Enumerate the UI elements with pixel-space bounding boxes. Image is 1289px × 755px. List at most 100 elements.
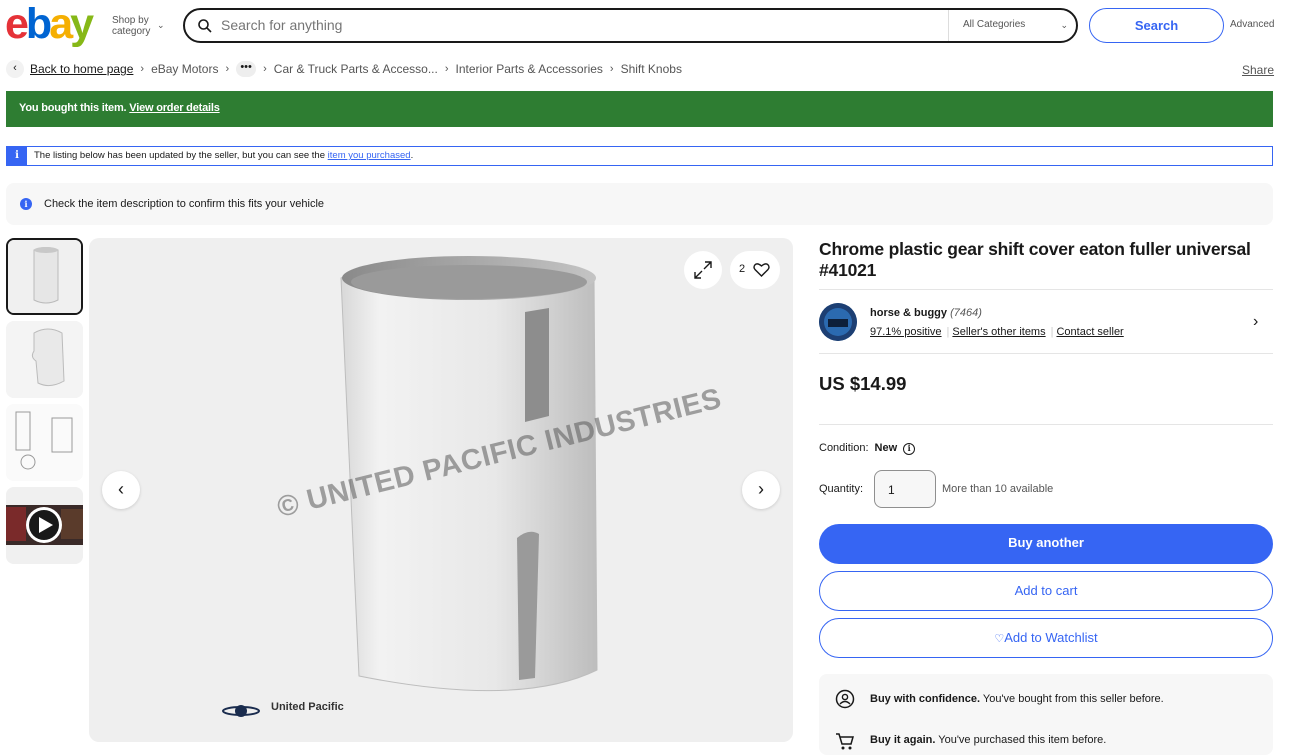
advanced-search-link[interactable]: Advanced	[1230, 19, 1274, 30]
buy-another-button[interactable]: Buy another	[819, 524, 1273, 564]
shift-cover-diagram-thumbnail-image	[6, 404, 83, 481]
fitment-message: Check the item description to confirm th…	[44, 198, 325, 210]
confidence-text: You've bought from this seller before.	[982, 693, 1164, 705]
seller-other-items-link[interactable]: Seller's other items	[952, 326, 1045, 338]
divider	[819, 424, 1273, 425]
breadcrumb-separator: ›	[140, 63, 145, 75]
view-order-details-link[interactable]: View order details	[129, 102, 220, 114]
category-select[interactable]: All Categories ⌄	[948, 10, 1076, 41]
add-to-watchlist-button[interactable]: ♡Add to Watchlist	[819, 618, 1273, 658]
contact-seller-link[interactable]: Contact seller	[1056, 326, 1123, 338]
breadcrumb-separator: ›	[609, 63, 614, 75]
updated-end: .	[410, 150, 414, 161]
quantity-label: Quantity:	[819, 483, 864, 495]
info-icon[interactable]: i	[903, 443, 916, 455]
logo-letter-a: a	[49, 0, 73, 48]
seller-positive-link[interactable]: 97.1% positive	[870, 326, 942, 338]
shift-cover-angle-thumbnail-image	[6, 321, 83, 398]
search-icon	[198, 19, 212, 33]
brand-label: United Pacific	[271, 701, 344, 713]
heart-icon: ♡	[994, 633, 1005, 645]
breadcrumb-separator: ›	[444, 63, 449, 75]
united-pacific-logo-icon	[222, 705, 260, 717]
shop-by-category-button[interactable]: Shop by category ⌄	[112, 15, 165, 37]
category-select-value: All Categories	[963, 19, 1026, 30]
seller-name-text: horse & buggy	[870, 307, 948, 319]
expand-image-button[interactable]	[684, 251, 722, 289]
breadcrumb-item-ebay-motors[interactable]: eBay Motors	[151, 62, 218, 76]
thumbnail-2[interactable]	[6, 321, 83, 398]
listing-updated-message: The listing below has been updated by th…	[34, 150, 413, 161]
main-product-image[interactable]: © UNITED PACIFIC INDUSTRIES United Pacif…	[89, 238, 793, 742]
buy-again-bold: Buy it again.	[870, 734, 936, 746]
chevron-right-icon[interactable]: ›	[1253, 313, 1258, 331]
seller-links: 97.1% positive | Seller's other items | Cont…	[870, 326, 1126, 338]
separator: |	[1050, 326, 1054, 338]
logo-letter-y: y	[70, 0, 94, 48]
listing-updated-notice: i The listing below has been updated by …	[6, 146, 1273, 166]
shift-cover-thumbnail-image	[8, 240, 81, 313]
back-to-home-link[interactable]: Back to home page	[30, 62, 133, 76]
logo-letter-b: b	[25, 0, 52, 48]
thumbnail-3[interactable]	[6, 404, 83, 481]
expand-icon	[694, 261, 712, 279]
item-you-purchased-link[interactable]: item you purchased	[328, 150, 411, 161]
shop-by-label: Shop by	[112, 15, 149, 26]
seller-avatar[interactable]	[819, 303, 857, 341]
search-button[interactable]: Search	[1089, 8, 1224, 43]
seller-name[interactable]: horse & buggy (7464)	[870, 307, 982, 319]
add-to-cart-button[interactable]: Add to cart	[819, 571, 1273, 611]
divider	[819, 289, 1273, 290]
share-link[interactable]: Share	[1242, 63, 1274, 77]
separator: |	[946, 326, 950, 338]
shift-cover-image	[340, 256, 598, 692]
item-title: Chrome plastic gear shift cover eaton fu…	[819, 239, 1251, 280]
breadcrumb-separator: ›	[225, 63, 230, 75]
cart-icon	[836, 733, 854, 750]
watch-count: 2	[739, 263, 746, 275]
thumbnail-video[interactable]	[6, 487, 83, 564]
watch-button[interactable]: 2	[730, 251, 780, 289]
buy-again-text: You've purchased this item before.	[938, 734, 1107, 746]
chevron-down-icon: ⌄	[157, 20, 165, 30]
breadcrumb-item-car-truck-parts[interactable]: Car & Truck Parts & Accesso...	[274, 62, 438, 76]
logo-letter-e: e	[5, 0, 29, 48]
info-icon: i	[20, 198, 32, 210]
breadcrumb-item-interior-parts[interactable]: Interior Parts & Accessories	[456, 62, 603, 76]
availability-text: More than 10 available	[942, 483, 1054, 495]
back-chevron-icon[interactable]: ‹	[6, 60, 24, 78]
fitment-notice: i Check the item description to confirm …	[6, 183, 1273, 225]
condition-value: New	[874, 442, 898, 454]
person-shield-icon	[835, 689, 855, 709]
quantity-input[interactable]: 1	[874, 470, 936, 508]
condition-label: Condition:	[819, 442, 869, 454]
purchase-banner: You bought this item. View order details	[6, 91, 1273, 127]
confidence-row: Buy with confidence. You've bought from …	[870, 693, 1164, 705]
seller-feedback-count: (7464)	[950, 307, 982, 319]
condition-row: Condition: New i	[819, 442, 916, 455]
heart-icon	[753, 263, 770, 277]
info-icon: i	[7, 147, 27, 165]
category-label: category	[112, 26, 151, 37]
breadcrumb-item-shift-knobs[interactable]: Shift Knobs	[621, 62, 682, 76]
previous-image-button[interactable]: ‹	[102, 471, 140, 509]
item-price: US $14.99	[819, 373, 907, 394]
buy-again-row: Buy it again. You've purchased this item…	[870, 734, 1106, 746]
search-input[interactable]	[221, 17, 921, 33]
seller-logo-icon	[819, 303, 857, 341]
play-icon	[26, 507, 62, 543]
thumbnail-1[interactable]	[6, 238, 83, 315]
updated-text: The listing below has been updated by th…	[34, 150, 326, 161]
next-image-button[interactable]: ›	[742, 471, 780, 509]
breadcrumb-separator: ›	[263, 63, 267, 75]
ebay-logo[interactable]: ebay	[5, 0, 94, 48]
confidence-bold: Buy with confidence.	[870, 693, 981, 705]
divider	[819, 353, 1273, 354]
add-to-watchlist-label: Add to Watchlist	[1004, 630, 1098, 645]
confidence-panel: Buy with confidence. You've bought from …	[819, 674, 1273, 755]
bought-text: You bought this item.	[19, 102, 127, 114]
search-bar: All Categories ⌄	[183, 8, 1078, 43]
chevron-down-icon: ⌄	[1060, 20, 1068, 30]
breadcrumb-more-button[interactable]: •••	[236, 61, 257, 77]
breadcrumb: ‹ Back to home page › eBay Motors › ••• …	[6, 60, 682, 78]
